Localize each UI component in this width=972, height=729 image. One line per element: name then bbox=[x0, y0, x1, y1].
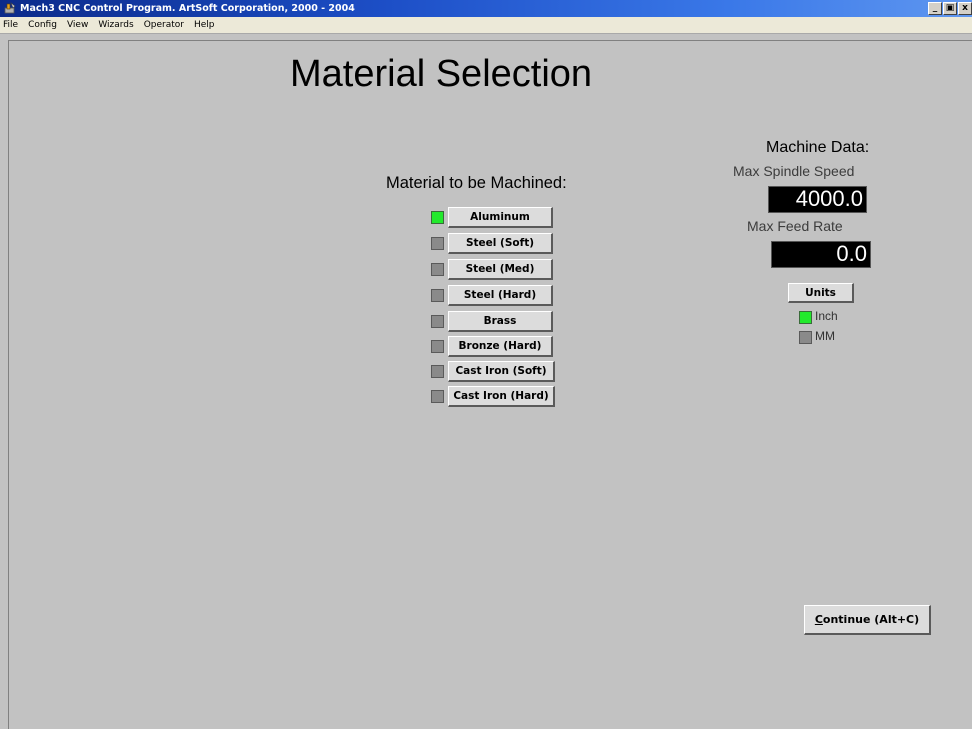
menu-config[interactable]: Config bbox=[23, 17, 62, 33]
mach3-app-icon bbox=[4, 2, 16, 14]
steel-med-button[interactable]: Steel (Med) bbox=[448, 259, 553, 280]
client-frame-top bbox=[8, 40, 972, 41]
mach3-window: Mach3 CNC Control Program. ArtSoft Corpo… bbox=[0, 0, 972, 729]
machine-data-heading: Machine Data: bbox=[766, 139, 870, 156]
aluminum-button[interactable]: Aluminum bbox=[448, 207, 553, 228]
max-spindle-speed-label: Max Spindle Speed bbox=[733, 163, 855, 179]
client-frame-left bbox=[8, 40, 9, 729]
cast-iron-soft-button[interactable]: Cast Iron (Soft) bbox=[448, 361, 555, 382]
menu-view[interactable]: View bbox=[62, 17, 93, 33]
max-feed-rate-display[interactable]: 0.0 bbox=[771, 241, 871, 268]
menu-wizards[interactable]: Wizards bbox=[93, 17, 138, 33]
brass-led bbox=[431, 315, 444, 328]
units-button[interactable]: Units bbox=[788, 283, 854, 303]
max-feed-rate-label: Max Feed Rate bbox=[747, 218, 843, 234]
window-controls: _ ▣ x bbox=[928, 2, 972, 15]
steel-hard-led bbox=[431, 289, 444, 302]
title-bar[interactable]: Mach3 CNC Control Program. ArtSoft Corpo… bbox=[0, 0, 972, 17]
bronze-hard-led bbox=[431, 340, 444, 353]
steel-hard-button[interactable]: Steel (Hard) bbox=[448, 285, 553, 306]
bronze-hard-button[interactable]: Bronze (Hard) bbox=[448, 336, 553, 357]
steel-med-led bbox=[431, 263, 444, 276]
cast-iron-hard-button[interactable]: Cast Iron (Hard) bbox=[448, 386, 555, 407]
restore-button[interactable]: ▣ bbox=[943, 2, 957, 15]
steel-soft-led bbox=[431, 237, 444, 250]
continue-button[interactable]: Continue (Alt+C) bbox=[804, 605, 931, 635]
inch-label: Inch bbox=[815, 309, 838, 323]
max-spindle-speed-display[interactable]: 4000.0 bbox=[768, 186, 867, 213]
mm-label: MM bbox=[815, 329, 835, 343]
close-button[interactable]: x bbox=[958, 2, 972, 15]
menu-operator[interactable]: Operator bbox=[139, 17, 189, 33]
continue-label: Continue (Alt+C) bbox=[814, 613, 920, 626]
steel-soft-button[interactable]: Steel (Soft) bbox=[448, 233, 553, 254]
brass-button[interactable]: Brass bbox=[448, 311, 553, 332]
menu-help[interactable]: Help bbox=[189, 17, 220, 33]
aluminum-led bbox=[431, 211, 444, 224]
minimize-button[interactable]: _ bbox=[928, 2, 942, 15]
cast-iron-soft-led bbox=[431, 365, 444, 378]
menu-file[interactable]: File bbox=[0, 17, 23, 33]
mm-led bbox=[799, 331, 812, 344]
inch-led bbox=[799, 311, 812, 324]
menu-bar: File Config View Wizards Operator Help bbox=[0, 17, 972, 34]
cast-iron-hard-led bbox=[431, 390, 444, 403]
window-title: Mach3 CNC Control Program. ArtSoft Corpo… bbox=[20, 3, 355, 14]
page-title: Material Selection bbox=[290, 53, 593, 95]
material-heading: Material to be Machined: bbox=[386, 174, 567, 192]
